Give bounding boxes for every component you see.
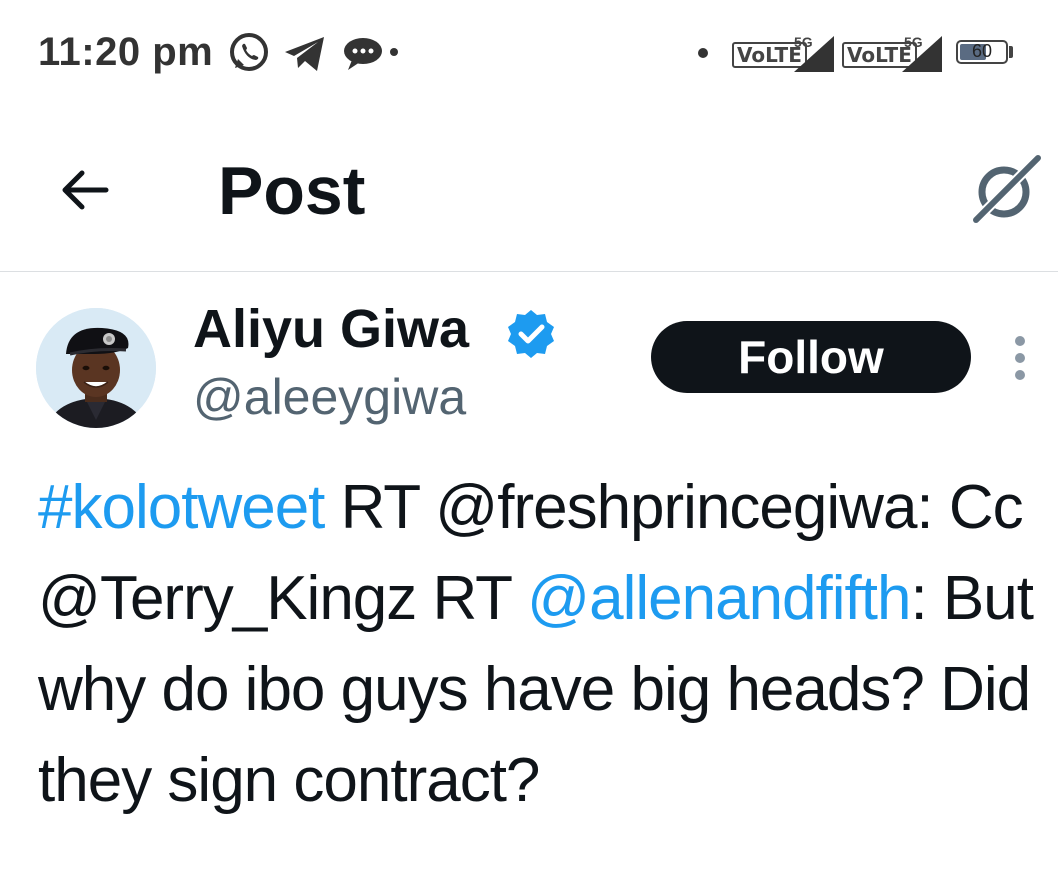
status-dot: [698, 48, 708, 58]
page-title: Post: [218, 153, 366, 229]
battery-icon: 60: [956, 40, 1008, 64]
top-app-bar: Post: [0, 110, 1058, 272]
follow-button[interactable]: Follow: [651, 321, 971, 393]
grok-icon[interactable]: [966, 150, 1046, 230]
whatsapp-icon: [230, 33, 268, 71]
post-text: #kolotweet RT @freshprincegiwa: Cc @Terr…: [38, 462, 1048, 826]
status-bar: 11:20 pm VoLTE 5G VoLTE 5G 60: [0, 0, 1058, 110]
more-options-icon[interactable]: [1006, 336, 1034, 380]
post: Aliyu Giwa @aleeygiwa Follow #kolotweet …: [0, 272, 1058, 874]
avatar-image: [36, 308, 156, 428]
verified-badge-icon[interactable]: [505, 308, 557, 360]
hashtag-link[interactable]: #kolotweet: [38, 473, 325, 542]
battery-nub: [1009, 46, 1013, 58]
chat-bubble-icon: [344, 38, 382, 70]
sim2-signal: VoLTE 5G: [842, 34, 946, 74]
telegram-icon: [285, 37, 324, 71]
battery-level: 60: [971, 41, 993, 61]
back-arrow-icon[interactable]: [54, 160, 114, 220]
signal-icon: [794, 36, 834, 72]
author-handle[interactable]: @aleeygiwa: [193, 368, 466, 426]
sim1-signal: VoLTE 5G: [732, 34, 836, 74]
avatar[interactable]: [36, 308, 156, 428]
author-display-name[interactable]: Aliyu Giwa: [193, 298, 469, 360]
status-time: 11:20 pm: [38, 30, 214, 74]
notification-dot: [390, 48, 398, 56]
signal-icon: [902, 36, 942, 72]
mention-link[interactable]: @allenandfifth: [527, 564, 911, 633]
